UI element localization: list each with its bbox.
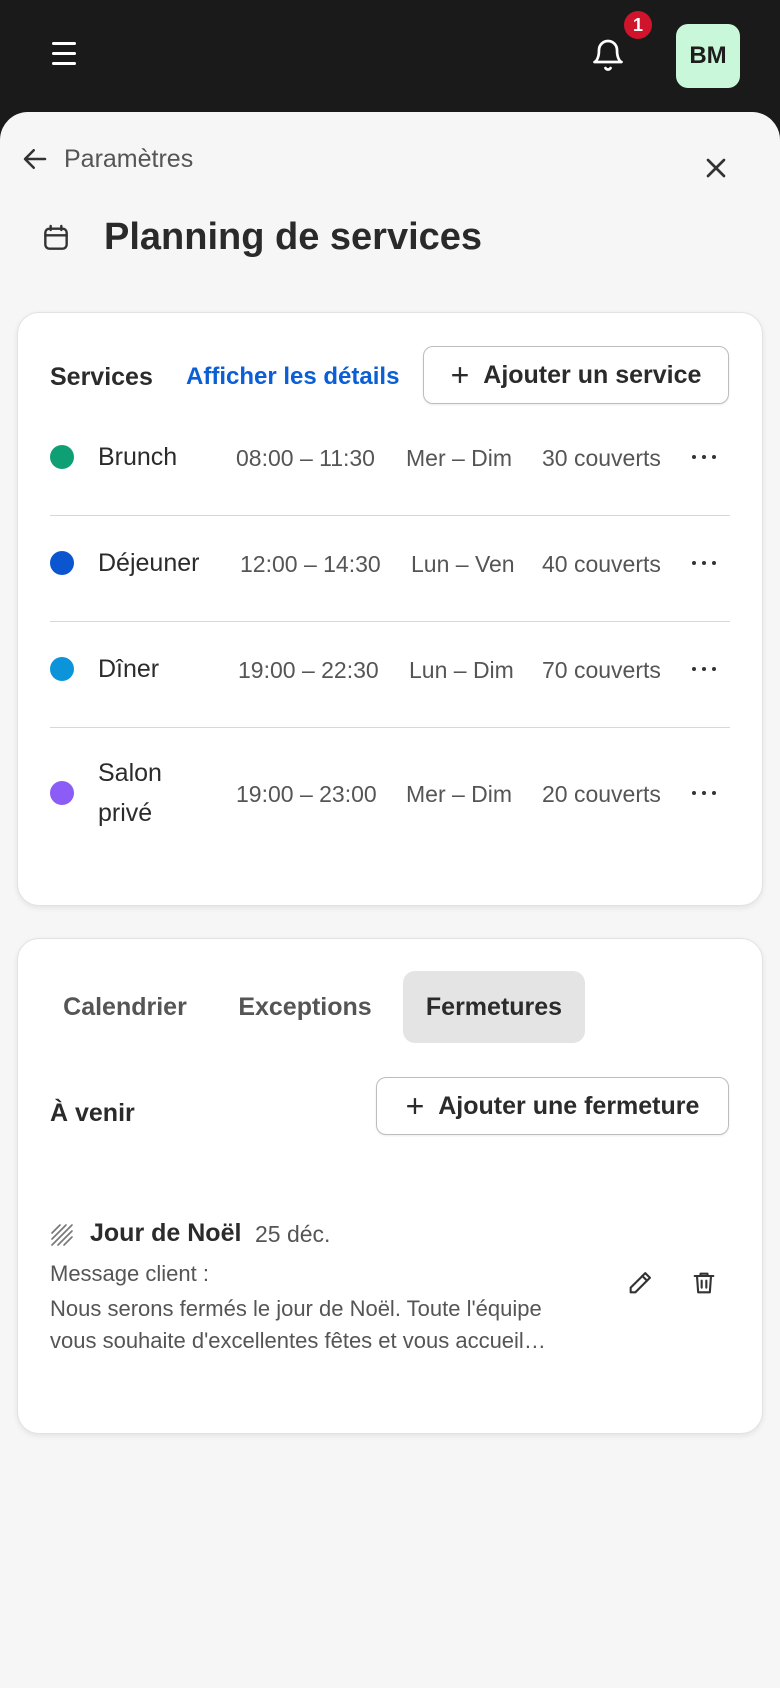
plus-icon: + [405, 1088, 425, 1124]
service-hours: 08:00 – 11:30 [236, 445, 375, 471]
closure-date: 25 déc. [255, 1221, 331, 1247]
more-options-icon[interactable] [690, 779, 718, 807]
add-service-button[interactable]: + Ajouter un service [423, 346, 729, 404]
service-color-dot [50, 657, 74, 681]
service-name: Dîner [98, 655, 160, 683]
upcoming-heading: À venir [50, 1099, 135, 1127]
service-hours: 12:00 – 14:30 [240, 551, 381, 577]
service-row-salon-prive[interactable]: Salon privé 19:00 – 23:00 Mer – Dim 20 c… [50, 753, 730, 833]
service-hours: 19:00 – 23:00 [236, 781, 377, 807]
edit-pencil-icon[interactable] [626, 1269, 660, 1303]
service-days: Lun – Ven [411, 551, 515, 577]
services-heading: Services [50, 363, 153, 391]
avatar[interactable]: BM [676, 24, 740, 88]
service-color-dot [50, 781, 74, 805]
service-row-diner[interactable]: Dîner 19:00 – 22:30 Lun – Dim 70 couvert… [50, 649, 730, 689]
hamburger-icon[interactable] [52, 42, 82, 70]
tab-exceptions[interactable]: Exceptions [218, 971, 392, 1043]
show-details-link[interactable]: Afficher les détails [186, 363, 399, 391]
schedule-tabs-card: Calendrier Exceptions Fermetures À venir… [17, 938, 763, 1434]
calendar-icon [44, 224, 68, 250]
service-color-dot [50, 551, 74, 575]
add-closure-button[interactable]: + Ajouter une fermeture [376, 1077, 729, 1135]
divider [50, 727, 730, 728]
add-service-label: Ajouter un service [483, 360, 702, 389]
tab-fermetures[interactable]: Fermetures [403, 971, 585, 1043]
divider [50, 621, 730, 622]
bell-icon[interactable] [590, 38, 626, 74]
service-covers: 30 couverts [542, 445, 661, 471]
trash-icon[interactable] [690, 1269, 724, 1303]
service-days: Mer – Dim [406, 781, 513, 807]
service-color-dot [50, 445, 74, 469]
service-covers: 70 couverts [542, 657, 661, 683]
services-card: Services Afficher les détails + Ajouter … [17, 312, 763, 906]
hatched-closure-icon [51, 1224, 73, 1246]
close-icon[interactable] [700, 152, 732, 184]
service-name-line1: Salon [98, 759, 162, 787]
message-label: Message client : [50, 1261, 209, 1286]
closure-title: Jour de Noël [90, 1219, 242, 1247]
service-row-brunch[interactable]: Brunch 08:00 – 11:30 Mer – Dim 30 couver… [50, 437, 730, 477]
message-text: Nous serons fermés le jour de Noël. Tout… [50, 1296, 546, 1353]
service-row-dejeuner[interactable]: Déjeuner 12:00 – 14:30 Lun – Ven 40 couv… [50, 543, 730, 583]
divider [50, 515, 730, 516]
service-hours: 19:00 – 22:30 [238, 657, 379, 683]
top-bar: 1 BM [0, 0, 780, 112]
back-label: Paramètres [64, 144, 194, 173]
more-options-icon[interactable] [690, 655, 718, 683]
more-options-icon[interactable] [690, 443, 718, 471]
page-title: Planning de services [104, 216, 483, 258]
settings-sheet: Paramètres Planning de services Services… [0, 112, 780, 1688]
plus-icon: + [450, 357, 470, 393]
service-name-line2: privé [98, 799, 153, 827]
service-days: Mer – Dim [406, 445, 513, 471]
back-button[interactable]: Paramètres [20, 144, 193, 174]
more-options-icon[interactable] [690, 549, 718, 577]
service-name: Déjeuner [98, 549, 200, 577]
tab-calendrier[interactable]: Calendrier [50, 971, 200, 1043]
arrow-left-icon [23, 149, 47, 169]
service-covers: 40 couverts [542, 551, 661, 577]
add-closure-label: Ajouter une fermeture [438, 1091, 700, 1120]
page-header: Planning de services [40, 216, 482, 259]
service-days: Lun – Dim [409, 657, 514, 683]
service-covers: 20 couverts [542, 781, 661, 807]
notification-badge: 1 [624, 11, 652, 39]
service-name: Brunch [98, 443, 178, 471]
